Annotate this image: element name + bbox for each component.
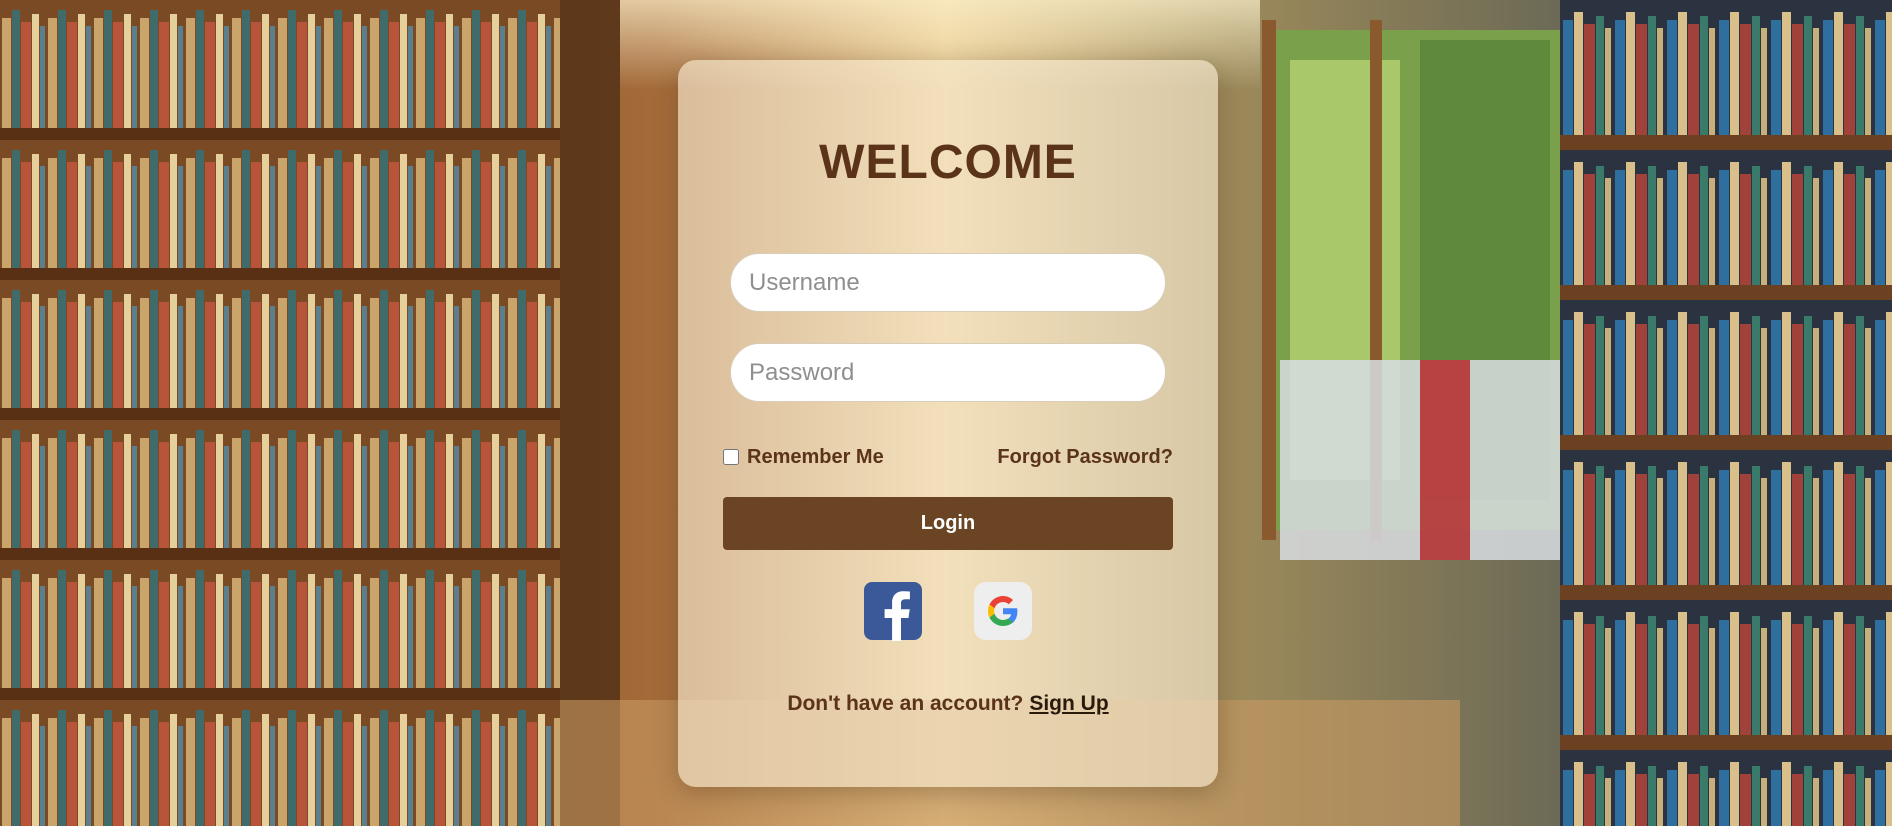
remember-me-label: Remember Me xyxy=(747,445,884,468)
signup-prompt-text: Don't have an account? xyxy=(787,692,1024,715)
login-card: WELCOME Remember Me Forgot Password? Log… xyxy=(678,60,1218,787)
options-row: Remember Me Forgot Password? xyxy=(723,443,1173,471)
login-button[interactable]: Login xyxy=(723,497,1173,550)
remember-me-checkbox[interactable] xyxy=(723,449,739,465)
username-input[interactable] xyxy=(730,253,1166,312)
password-input[interactable] xyxy=(730,343,1166,402)
social-login xyxy=(863,581,1033,641)
welcome-title: WELCOME xyxy=(819,136,1077,189)
remember-me[interactable]: Remember Me xyxy=(723,446,884,469)
signup-link[interactable]: Sign Up xyxy=(1029,692,1108,715)
forgot-password-link[interactable]: Forgot Password? xyxy=(997,446,1173,469)
google-icon[interactable] xyxy=(973,581,1033,641)
facebook-icon[interactable] xyxy=(863,581,923,641)
signup-prompt: Don't have an account? Sign Up xyxy=(678,692,1218,716)
